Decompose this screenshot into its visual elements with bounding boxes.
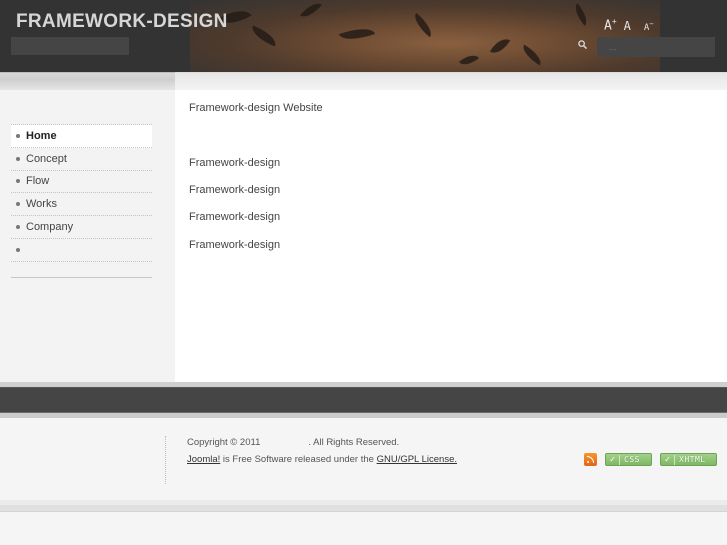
menu-item-concept[interactable]: Concept bbox=[11, 148, 152, 171]
main-content: Framework-design Website Framework-desig… bbox=[175, 90, 727, 382]
reset-font-button[interactable]: A bbox=[624, 19, 631, 33]
page-bottom-area bbox=[0, 513, 727, 545]
sidebar-top-band bbox=[0, 72, 175, 90]
tagline-placeholder bbox=[11, 37, 129, 55]
site-footer: Copyright © 2011. All Rights Reserved. J… bbox=[0, 418, 727, 500]
content-top-band bbox=[175, 72, 727, 90]
css-valid-badge[interactable]: ✓ CSS bbox=[605, 453, 652, 466]
rss-feed-icon[interactable] bbox=[584, 453, 597, 466]
footer-divider bbox=[165, 436, 166, 484]
search-icon bbox=[578, 40, 587, 49]
content-item: Framework-design bbox=[189, 184, 281, 196]
header-background-image bbox=[190, 0, 660, 72]
menu-item-works[interactable]: Works bbox=[11, 193, 152, 217]
bullet-icon bbox=[16, 247, 20, 252]
bullet-icon bbox=[16, 133, 20, 138]
increase-font-button[interactable]: A+ bbox=[604, 17, 617, 33]
main-menu: Home Concept Flow Works Company bbox=[11, 124, 152, 262]
bullet-icon bbox=[16, 202, 20, 207]
checkmark-icon: ✓ bbox=[606, 454, 620, 465]
menu-item-company[interactable]: Company bbox=[11, 216, 152, 239]
content-item: Framework-design bbox=[189, 211, 281, 223]
joomla-link[interactable]: Joomla! bbox=[187, 454, 220, 465]
gpl-license-link[interactable]: GNU/GPL License. bbox=[377, 454, 457, 465]
copyright-text: Copyright © 2011. All Rights Reserved. bbox=[187, 437, 400, 448]
site-header: FRAMEWORK-DESIGN A+ A A− bbox=[0, 0, 727, 72]
footer-bar bbox=[0, 387, 727, 413]
menu-item-empty[interactable] bbox=[11, 239, 152, 262]
menu-item-flow[interactable]: Flow bbox=[11, 171, 152, 194]
decrease-font-button[interactable]: A− bbox=[644, 20, 654, 33]
content-heading: Framework-design Website bbox=[189, 102, 323, 114]
search-input[interactable] bbox=[597, 37, 715, 57]
sidebar: Home Concept Flow Works Company bbox=[0, 90, 175, 382]
content-item: Framework-design bbox=[189, 157, 281, 169]
content-item: Framework-design bbox=[189, 239, 281, 251]
sidebar-divider bbox=[11, 277, 152, 278]
menu-item-home[interactable]: Home bbox=[11, 125, 152, 148]
xhtml-valid-badge[interactable]: ✓ XHTML bbox=[660, 453, 717, 466]
site-title[interactable]: FRAMEWORK-DESIGN bbox=[16, 11, 228, 33]
bullet-icon bbox=[16, 225, 20, 230]
font-size-tools: A+ A A− bbox=[604, 17, 654, 33]
page-bottom-band bbox=[0, 505, 727, 512]
license-text: Joomla! is Free Software released under … bbox=[187, 454, 458, 465]
checkmark-icon: ✓ bbox=[661, 454, 675, 465]
bullet-icon bbox=[16, 179, 20, 184]
bullet-icon bbox=[16, 156, 20, 161]
